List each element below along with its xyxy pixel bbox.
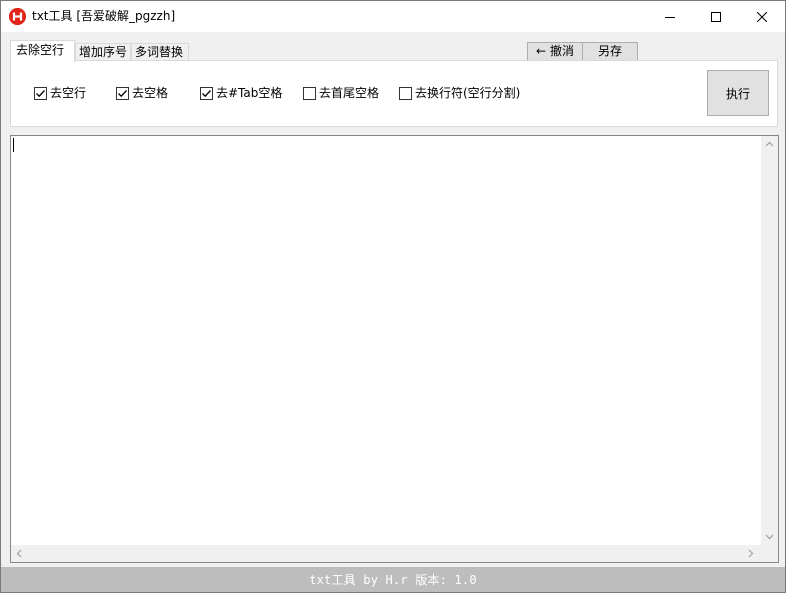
execute-button[interactable]: 执行 — [707, 70, 769, 116]
option-remove-empty-lines[interactable]: 去空行 — [34, 85, 86, 101]
undo-label: 撤消 — [550, 44, 575, 58]
maximize-button[interactable] — [693, 1, 739, 32]
checkmark-icon — [202, 89, 211, 97]
app-window: txt工具 [吾爱破解_pgzzh] 去除空行 增加序号 多词替换 ← 撤消 另… — [0, 0, 786, 593]
app-logo-icon — [9, 8, 26, 25]
text-caret — [13, 138, 14, 152]
save-as-button[interactable]: 另存 — [582, 42, 638, 61]
tab-add-numbering[interactable]: 增加序号 — [75, 43, 131, 61]
scroll-right-icon[interactable] — [748, 549, 754, 558]
checkbox[interactable] — [34, 86, 47, 100]
option-label: 去空格 — [132, 85, 169, 100]
left-arrow-icon: ← — [535, 44, 547, 58]
option-label: 去首尾空格 — [319, 85, 380, 100]
checkmark-icon — [36, 89, 45, 97]
checkbox[interactable] — [399, 86, 412, 100]
title-bar[interactable]: txt工具 [吾爱破解_pgzzh] — [1, 1, 785, 32]
vertical-scrollbar[interactable] — [761, 136, 778, 546]
text-editor[interactable] — [10, 135, 779, 563]
scroll-down-icon[interactable] — [765, 534, 774, 540]
window-title: txt工具 [吾爱破解_pgzzh] — [32, 9, 176, 23]
scroll-left-icon[interactable] — [16, 549, 22, 558]
horizontal-scrollbar[interactable] — [11, 545, 761, 562]
checkbox[interactable] — [303, 86, 316, 100]
option-remove-line-breaks[interactable]: 去换行符(空行分割) — [399, 85, 520, 101]
options-panel: 去空行 去空格 去#Tab空格 去首尾空格 去换行符(空行分割) 执行 — [10, 60, 778, 127]
tab-multi-word-replace[interactable]: 多词替换 — [131, 43, 189, 61]
option-trim-spaces[interactable]: 去首尾空格 — [303, 85, 379, 101]
status-text: txt工具 by H.r 版本: 1.0 — [309, 573, 477, 587]
close-icon — [757, 11, 767, 22]
scroll-up-icon[interactable] — [765, 141, 774, 147]
scrollbar-corner — [761, 545, 778, 562]
option-label: 去空行 — [50, 85, 87, 100]
minimize-button[interactable] — [647, 1, 693, 32]
option-label: 去换行符(空行分割) — [415, 85, 521, 100]
checkbox[interactable] — [116, 86, 129, 100]
option-remove-tab-spaces[interactable]: 去#Tab空格 — [200, 85, 282, 101]
option-remove-spaces[interactable]: 去空格 — [116, 85, 168, 101]
checkmark-icon — [118, 89, 127, 97]
status-bar: txt工具 by H.r 版本: 1.0 — [1, 567, 785, 592]
checkbox[interactable] — [200, 86, 213, 100]
minimize-icon — [665, 16, 675, 18]
tab-remove-empty-lines[interactable]: 去除空行 — [10, 40, 75, 62]
maximize-icon — [711, 11, 721, 22]
option-label: 去#Tab空格 — [216, 85, 283, 100]
close-button[interactable] — [739, 1, 785, 32]
undo-button[interactable]: ← 撤消 — [527, 42, 583, 61]
